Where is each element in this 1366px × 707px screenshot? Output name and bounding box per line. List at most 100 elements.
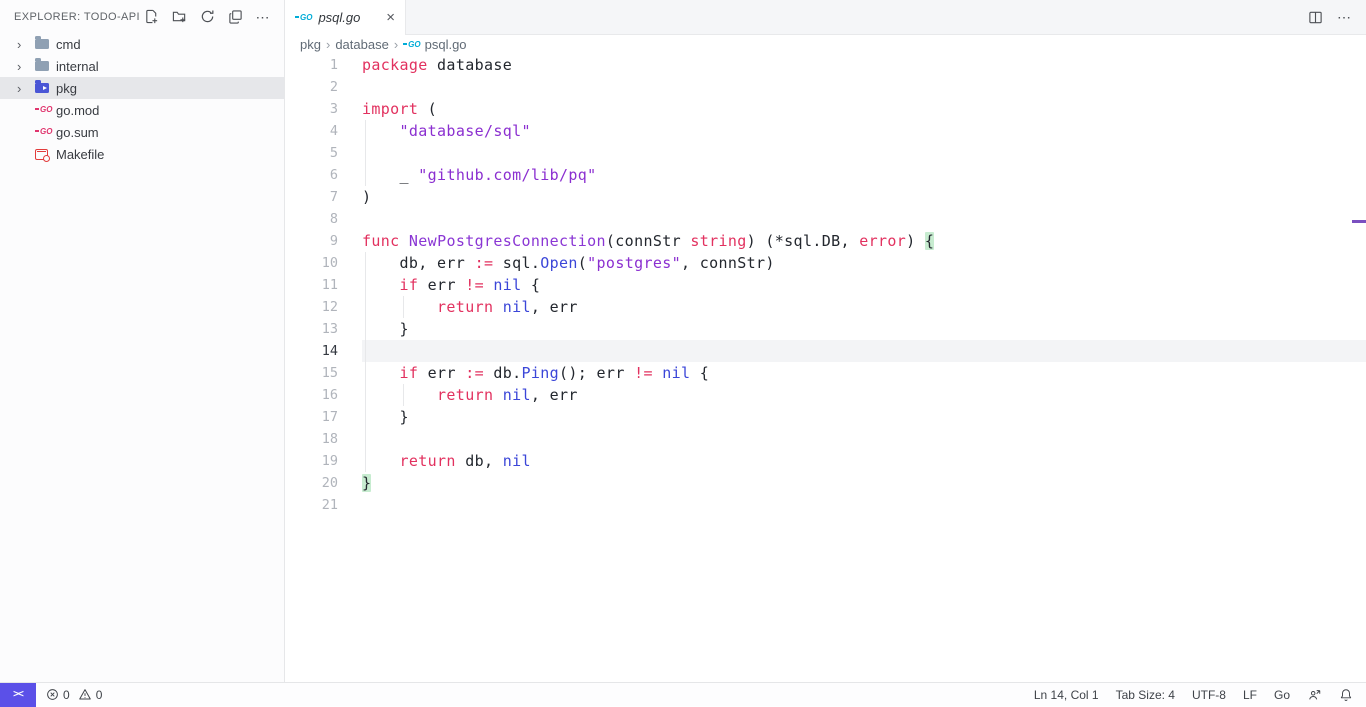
code-line-8[interactable]: 8 <box>285 208 1366 230</box>
code-line-17[interactable]: 17 } <box>285 406 1366 428</box>
encoding[interactable]: UTF-8 <box>1192 688 1226 702</box>
tree-item-label: pkg <box>56 81 77 96</box>
chevron-right-icon: › <box>326 37 330 52</box>
eol-indicator[interactable]: LF <box>1243 688 1257 702</box>
breadcrumb-item-pkg[interactable]: pkg <box>300 37 321 52</box>
cursor-position[interactable]: Ln 14, Col 1 <box>1034 688 1099 702</box>
more-actions-icon[interactable]: ⋯ <box>254 8 272 26</box>
line-content: } <box>362 318 409 340</box>
chevron-right-icon: › <box>17 38 35 51</box>
folder-icon <box>35 39 53 49</box>
line-number: 18 <box>285 428 338 450</box>
code-line-16[interactable]: 16 return nil, err <box>285 384 1366 406</box>
vscode-window: EXPLORER: TODO-API <box>0 0 1366 682</box>
code-line-13[interactable]: 13 } <box>285 318 1366 340</box>
remote-indicator[interactable]: >< <box>0 683 36 707</box>
breadcrumb-item-database[interactable]: database <box>335 37 389 52</box>
code-line-2[interactable]: 2 <box>285 76 1366 98</box>
notifications-bell-icon[interactable] <box>1339 688 1353 702</box>
line-number: 21 <box>285 494 338 516</box>
line-number: 7 <box>285 186 338 208</box>
code-line-10[interactable]: 10 db, err := sql.Open("postgres", connS… <box>285 252 1366 274</box>
line-content: return db, nil <box>362 450 531 472</box>
code-line-3[interactable]: 3 import ( <box>285 98 1366 120</box>
tab-size[interactable]: Tab Size: 4 <box>1116 688 1175 702</box>
line-number: 16 <box>285 384 338 406</box>
chevron-right-icon: › <box>394 37 398 52</box>
new-file-icon[interactable] <box>142 8 160 26</box>
explorer-title: EXPLORER: TODO-API <box>14 11 142 23</box>
error-icon <box>46 688 59 701</box>
warning-count: 0 <box>96 688 103 702</box>
line-number: 6 <box>285 164 338 186</box>
line-content: import ( <box>362 98 437 120</box>
tree-item-go-sum[interactable]: GOgo.sum <box>0 121 284 143</box>
code-editor[interactable]: 1package database23 import (4 "database/s… <box>285 54 1366 682</box>
line-number: 3 <box>285 98 338 120</box>
tree-item-label: go.sum <box>56 125 99 140</box>
refresh-icon[interactable] <box>198 8 216 26</box>
code-line-12[interactable]: 12 return nil, err <box>285 296 1366 318</box>
explorer-header: EXPLORER: TODO-API <box>0 0 284 33</box>
code-line-4[interactable]: 4 "database/sql" <box>285 120 1366 142</box>
tree-item-label: Makefile <box>56 147 104 162</box>
line-number: 15 <box>285 362 338 384</box>
overview-ruler-mark <box>1352 220 1366 223</box>
tab-bar: GO psql.go × ⋯ <box>285 0 1366 35</box>
go-icon: GO <box>403 41 420 49</box>
code-line-6[interactable]: 6 _ "github.com/lib/pq" <box>285 164 1366 186</box>
explorer-sidebar: EXPLORER: TODO-API <box>0 0 285 682</box>
code-line-21[interactable]: 21 <box>285 494 1366 516</box>
code-line-1[interactable]: 1package database <box>285 54 1366 76</box>
tree-item-makefile[interactable]: Makefile <box>0 143 284 165</box>
code-line-18[interactable]: 18 <box>285 428 1366 450</box>
code-line-20[interactable]: 20} <box>285 472 1366 494</box>
collapse-folders-icon[interactable] <box>226 8 244 26</box>
line-number: 11 <box>285 274 338 296</box>
tab-psql-go[interactable]: GO psql.go × <box>285 0 406 35</box>
breadcrumb-item-psql-go[interactable]: GOpsql.go <box>403 37 466 52</box>
split-editor-icon[interactable] <box>1308 10 1323 25</box>
code-line-9[interactable]: 9func NewPostgresConnection(connStr stri… <box>285 230 1366 252</box>
language-mode[interactable]: Go <box>1274 688 1290 702</box>
close-tab-icon[interactable]: × <box>384 10 397 25</box>
code-line-5[interactable]: 5 <box>285 142 1366 164</box>
tree-item-go-mod[interactable]: GOgo.mod <box>0 99 284 121</box>
go-module-icon: GO <box>35 106 53 114</box>
warning-icon <box>78 688 92 701</box>
line-content: ) <box>362 186 371 208</box>
code-line-19[interactable]: 19 return db, nil <box>285 450 1366 472</box>
go-icon: GO <box>295 14 312 22</box>
line-number: 10 <box>285 252 338 274</box>
line-content: return nil, err <box>362 296 578 318</box>
more-actions-icon[interactable]: ⋯ <box>1337 12 1352 22</box>
line-number: 14 <box>285 340 338 362</box>
status-bar: >< 0 0 Ln 14, Col 1 Tab Size: 4 UTF-8 LF… <box>0 682 1366 706</box>
code-line-11[interactable]: 11 if err != nil { <box>285 274 1366 296</box>
problems-status[interactable]: 0 0 <box>46 688 102 702</box>
tree-item-label: internal <box>56 59 99 74</box>
tree-item-pkg[interactable]: › pkg <box>0 77 284 99</box>
new-folder-icon[interactable] <box>170 8 188 26</box>
current-line-highlight <box>362 340 1366 362</box>
tree-item-label: go.mod <box>56 103 99 118</box>
code-line-7[interactable]: 7) <box>285 186 1366 208</box>
breadcrumb-label: pkg <box>300 37 321 52</box>
line-number: 20 <box>285 472 338 494</box>
line-content: db, err := sql.Open("postgres", connStr) <box>362 252 775 274</box>
line-number: 12 <box>285 296 338 318</box>
chevron-right-icon: › <box>17 82 35 95</box>
line-content: } <box>362 472 371 494</box>
feedback-icon[interactable] <box>1307 688 1322 702</box>
remote-icon: >< <box>13 689 23 700</box>
breadcrumb: pkg › database › GOpsql.go <box>285 35 1366 54</box>
code-line-15[interactable]: 15 if err := db.Ping(); err != nil { <box>285 362 1366 384</box>
breadcrumb-label: database <box>335 37 389 52</box>
editor-actions: ⋯ <box>1308 0 1366 34</box>
tree-item-internal[interactable]: ›internal <box>0 55 284 77</box>
code-line-14[interactable]: 14 <box>285 340 1366 362</box>
makefile-icon <box>35 149 53 160</box>
tree-item-cmd[interactable]: › cmd <box>0 33 284 55</box>
tree-item-label: cmd <box>56 37 81 52</box>
explorer-actions: ⋯ <box>142 8 272 26</box>
